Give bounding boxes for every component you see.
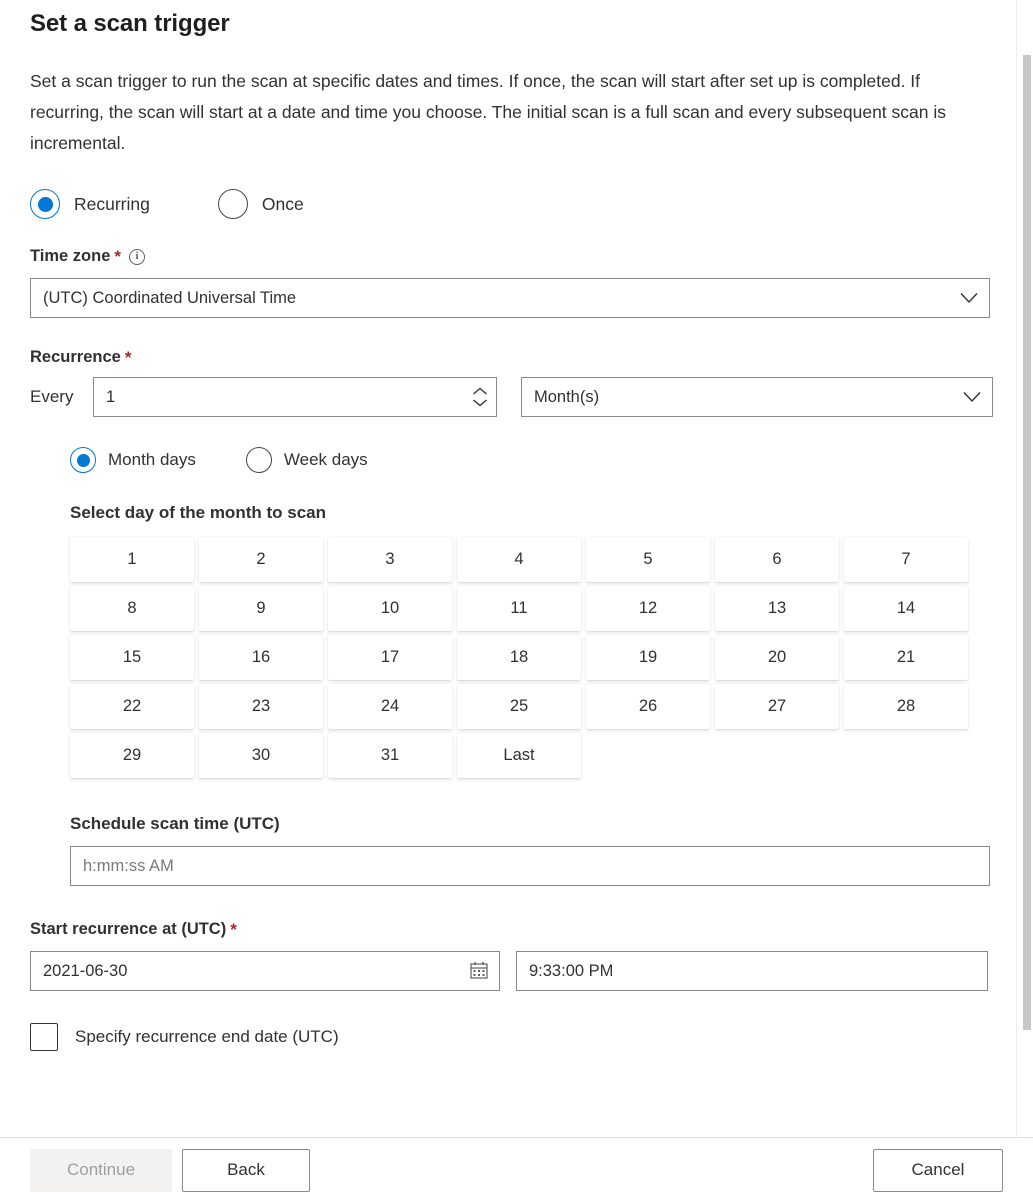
page-description: Set a scan trigger to run the scan at sp… [30, 71, 946, 153]
day-tile[interactable]: 20 [715, 635, 839, 680]
start-recurrence-row: 2021-06-30 9:33:00 PM [30, 951, 988, 991]
recurrence-unit-value: Month(s) [534, 387, 600, 406]
radio-unselected-icon [245, 447, 272, 473]
continue-button[interactable]: Continue [30, 1148, 172, 1192]
vertical-scrollbar-track[interactable] [1016, 0, 1033, 1137]
radio-option-once[interactable]: Once [217, 189, 304, 219]
day-tile[interactable]: 29 [70, 733, 194, 778]
day-tile[interactable]: 18 [457, 635, 581, 680]
day-tile[interactable]: 3 [328, 537, 452, 582]
day-tile[interactable]: 1 [70, 537, 194, 582]
day-tile[interactable]: 4 [457, 537, 581, 582]
day-tile[interactable]: 27 [715, 684, 839, 729]
recurrence-label-text: Recurrence [30, 348, 121, 366]
day-tile[interactable]: 26 [586, 684, 710, 729]
day-tile[interactable]: 10 [328, 586, 452, 631]
stepper-arrows[interactable] [468, 387, 492, 407]
time-zone-value: (UTC) Coordinated Universal Time [43, 288, 297, 307]
radio-option-month-days[interactable]: Month days [70, 447, 196, 473]
recurrence-label: Recurrence * [30, 348, 986, 367]
day-tile[interactable]: 22 [70, 684, 194, 729]
trigger-type-radio-group: Recurring Once [30, 189, 986, 219]
radio-selected-icon [70, 447, 96, 473]
recurrence-interval-row: Every 1 Month(s) [30, 377, 993, 417]
radio-option-recurring[interactable]: Recurring [30, 189, 150, 219]
start-time-value: 9:33:00 PM [529, 961, 614, 980]
start-date-input[interactable]: 2021-06-30 [30, 951, 500, 991]
day-tile[interactable]: 13 [715, 586, 839, 631]
month-day-grid: 1 2 3 4 5 6 7 8 9 10 11 12 13 14 15 16 1… [70, 537, 968, 778]
radio-selected-icon [30, 189, 60, 219]
radio-option-week-days-label: Week days [283, 450, 368, 469]
required-asterisk: * [124, 348, 132, 367]
day-tile[interactable]: 9 [199, 586, 323, 631]
recurrence-interval-value: 1 [106, 387, 116, 406]
day-tile[interactable]: 5 [586, 537, 710, 582]
chevron-down-icon [473, 399, 487, 407]
checkbox-icon[interactable] [30, 1023, 58, 1051]
panel-content: Set a scan trigger Set a scan trigger to… [0, 0, 1016, 1137]
day-tile[interactable]: 30 [199, 733, 323, 778]
panel-footer: Continue Back Cancel [0, 1137, 1033, 1202]
day-tile[interactable]: 23 [199, 684, 323, 729]
radio-option-once-label: Once [261, 193, 304, 214]
day-tile[interactable]: 12 [586, 586, 710, 631]
start-recurrence-label-text: Start recurrence at (UTC) [30, 920, 227, 938]
calendar-icon[interactable] [469, 960, 491, 982]
required-asterisk: * [114, 247, 122, 266]
day-tile[interactable]: 15 [70, 635, 194, 680]
day-grid-caption: Select day of the month to scan [70, 503, 326, 522]
radio-option-week-days[interactable]: Week days [245, 447, 368, 473]
day-tile[interactable]: 24 [328, 684, 452, 729]
radio-option-recurring-label: Recurring [74, 193, 150, 214]
radio-option-month-days-label: Month days [108, 450, 196, 469]
day-tile[interactable]: 14 [844, 586, 968, 631]
specify-end-date-label: Specify recurrence end date (UTC) [75, 1027, 339, 1046]
schedule-time-label: Schedule scan time (UTC) [70, 814, 280, 833]
day-tile[interactable]: 17 [328, 635, 452, 680]
day-tile[interactable]: 2 [199, 537, 323, 582]
day-tile[interactable]: 25 [457, 684, 581, 729]
day-tile[interactable]: 21 [844, 635, 968, 680]
start-recurrence-label: Start recurrence at (UTC) * [30, 920, 986, 939]
day-tile[interactable]: 19 [586, 635, 710, 680]
day-tile[interactable]: 7 [844, 537, 968, 582]
day-tile[interactable]: 8 [70, 586, 194, 631]
page-title: Set a scan trigger [30, 10, 230, 37]
day-tile[interactable]: 31 [328, 733, 452, 778]
day-tile[interactable]: 6 [715, 537, 839, 582]
every-label: Every [30, 387, 74, 406]
specify-end-date-checkbox-row[interactable]: Specify recurrence end date (UTC) [30, 1023, 986, 1051]
day-tile-last[interactable]: Last [457, 733, 581, 778]
chevron-down-icon [959, 288, 979, 308]
chevron-up-icon [473, 387, 487, 395]
day-tile[interactable]: 16 [199, 635, 323, 680]
time-zone-select[interactable]: (UTC) Coordinated Universal Time [30, 278, 990, 318]
scan-trigger-panel: Set a scan trigger Set a scan trigger to… [0, 0, 1033, 1202]
recurrence-interval-stepper[interactable]: 1 [93, 377, 497, 417]
radio-unselected-icon [217, 189, 248, 219]
schedule-time-placeholder: h:mm:ss AM [83, 856, 174, 875]
schedule-time-input[interactable]: h:mm:ss AM [70, 846, 990, 886]
back-button[interactable]: Back [182, 1148, 310, 1192]
cancel-button[interactable]: Cancel [873, 1148, 1003, 1192]
recurrence-mode-radio-group: Month days Week days [70, 447, 986, 473]
time-zone-label-text: Time zone [30, 247, 111, 265]
start-time-input[interactable]: 9:33:00 PM [516, 951, 988, 991]
start-date-value: 2021-06-30 [43, 961, 128, 980]
recurrence-mode-block: Month days Week days Select day of the m… [70, 447, 990, 886]
day-tile[interactable]: 28 [844, 684, 968, 729]
vertical-scrollbar-thumb[interactable] [1023, 55, 1031, 1030]
time-zone-label: Time zone * i [30, 247, 986, 266]
recurrence-unit-select[interactable]: Month(s) [521, 377, 993, 417]
day-tile[interactable]: 11 [457, 586, 581, 631]
chevron-down-icon [962, 387, 982, 407]
required-asterisk: * [230, 920, 237, 939]
info-icon[interactable]: i [129, 248, 146, 265]
